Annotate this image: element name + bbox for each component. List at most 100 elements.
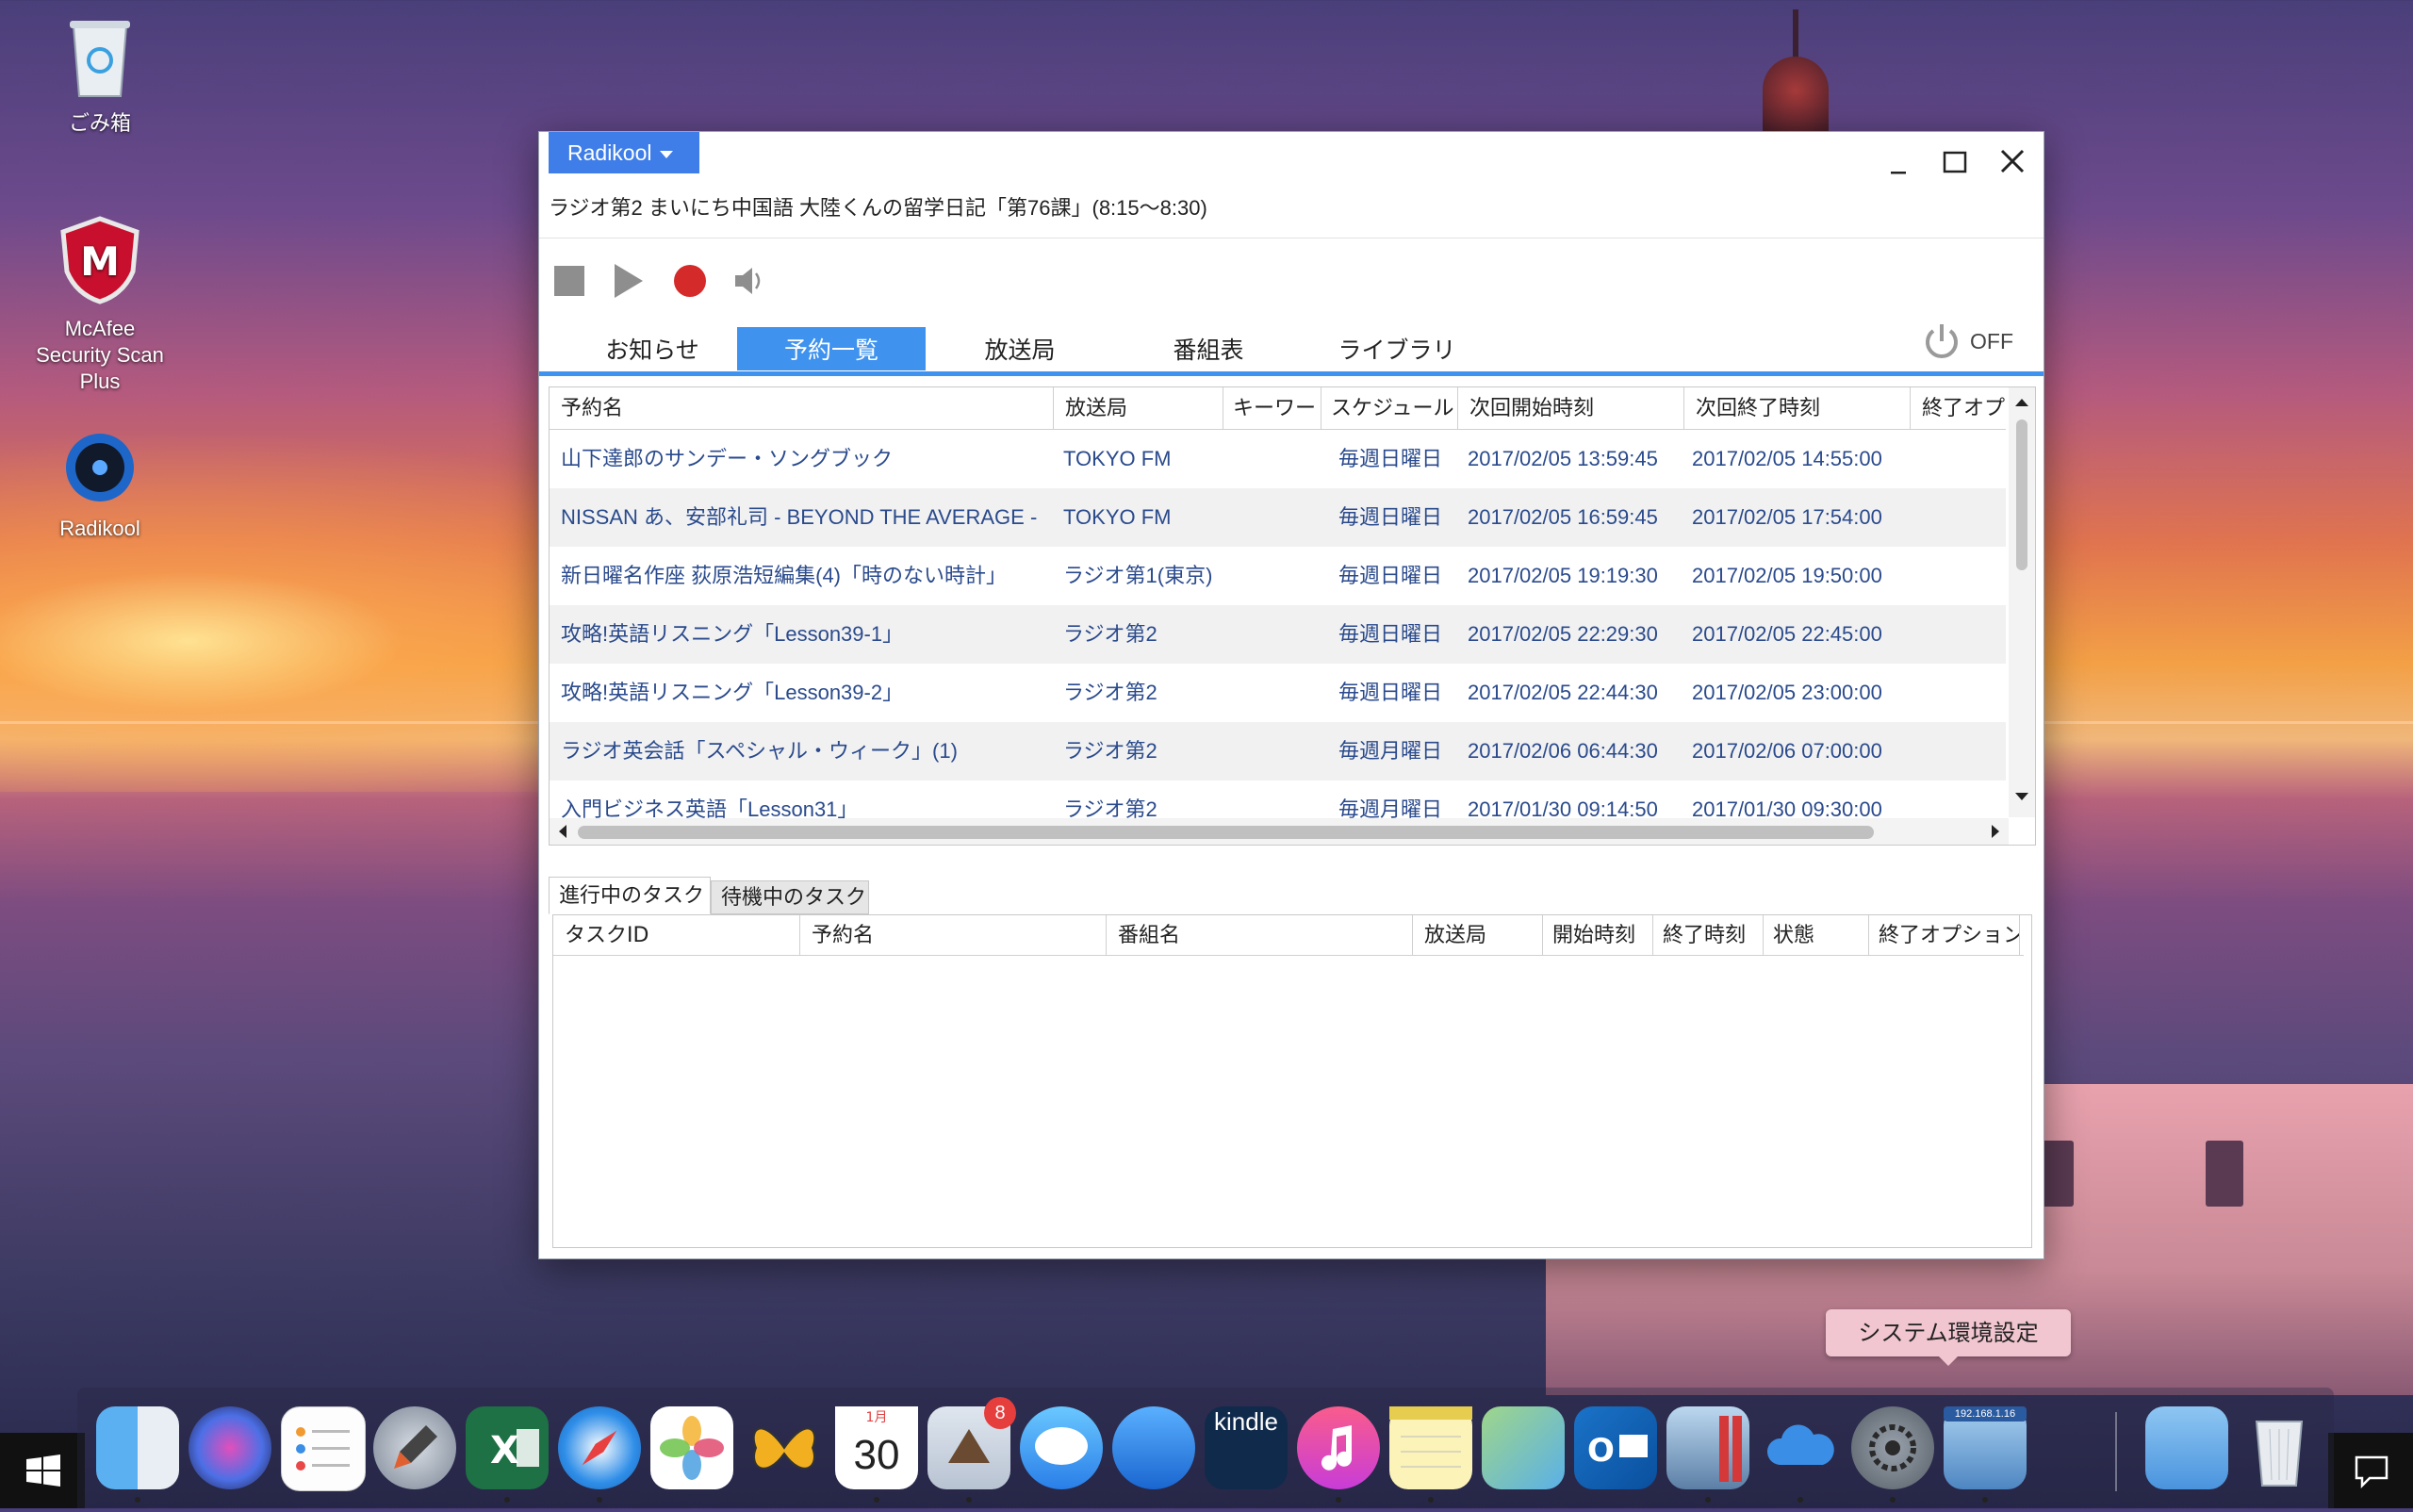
photos-icon[interactable] <box>650 1406 733 1489</box>
column-header-end-option[interactable]: 終了オプション <box>1869 915 2020 955</box>
windows-start-button[interactable] <box>0 1433 85 1508</box>
column-header-name[interactable]: 予約名 <box>550 387 1054 429</box>
cell-name: 山下達郎のサンデー・ソングブック <box>561 447 894 470</box>
column-header-station[interactable]: 放送局 <box>1054 387 1223 429</box>
auto-power-toggle[interactable]: OFF <box>1921 318 2013 365</box>
stop-button[interactable] <box>554 266 584 296</box>
column-header-program-name[interactable]: 番組名 <box>1107 915 1413 955</box>
scroll-left-icon[interactable] <box>559 825 566 838</box>
scroll-right-icon[interactable] <box>1992 825 1999 838</box>
close-icon <box>2000 149 2025 173</box>
trash-icon[interactable] <box>2238 1406 2321 1489</box>
table-row[interactable]: ラジオ英会話「スペシャル・ウィーク」(1) ラジオ第2 毎週月曜日 2017/0… <box>550 722 2006 781</box>
now-playing-title: ラジオ第2 まいにち中国語 大陸くんの留学日記「第76課」(8:15～8:30) <box>549 196 1207 220</box>
cell-name: NISSAN あ、安部礼司 - BEYOND THE AVERAGE - <box>561 505 1038 529</box>
running-indicator <box>1797 1497 1803 1503</box>
windows-remote-icon[interactable]: 192.168.1.16 <box>1944 1406 2027 1489</box>
desktop-icon-recycle-bin[interactable]: ごみ箱 <box>25 13 175 137</box>
column-header-status[interactable]: 状態 <box>1764 915 1869 955</box>
cell-next-start: 2017/02/05 22:44:30 <box>1468 681 1658 704</box>
tab-stations[interactable]: 放送局 <box>926 327 1114 370</box>
column-header-schedule[interactable]: スケジュール <box>1321 387 1458 429</box>
cell-schedule: 毎週日曜日 <box>1338 622 1443 646</box>
scroll-up-icon[interactable] <box>2015 399 2028 406</box>
column-header-keyword[interactable]: キーワード <box>1223 387 1321 429</box>
launchpad-icon[interactable] <box>373 1406 456 1489</box>
column-header-station[interactable]: 放送局 <box>1413 915 1543 955</box>
task-table-header: タスクID 予約名 番組名 放送局 開始時刻 終了時刻 状態 終了オプション <box>553 915 2024 956</box>
reservation-table: 予約名 放送局 キーワード スケジュール 次回開始時刻 次回終了時刻 終了オプ … <box>549 386 2036 846</box>
scroll-down-icon[interactable] <box>2015 793 2028 800</box>
tes-butterfly-icon[interactable] <box>743 1406 826 1489</box>
svg-text:X: X <box>490 1429 519 1472</box>
tab-underline <box>539 371 2044 376</box>
cell-next-end: 2017/02/05 22:45:00 <box>1692 622 1882 646</box>
column-header-end-option[interactable]: 終了オプ <box>1911 387 2006 429</box>
table-row[interactable]: 攻略!英語リスニング「Lesson39-1」 ラジオ第2 毎週日曜日 2017/… <box>550 605 2006 664</box>
itunes-icon[interactable] <box>1297 1406 1380 1489</box>
cell-name: 新日曜名作座 荻原浩短編集(4)「時のない時計」 <box>561 564 1008 587</box>
action-center-button[interactable] <box>2328 1433 2413 1508</box>
cell-next-end: 2017/02/05 14:55:00 <box>1692 447 1882 470</box>
cell-station: ラジオ第2 <box>1063 622 1157 646</box>
volume-icon[interactable] <box>735 268 761 294</box>
column-header-next-end[interactable]: 次回終了時刻 <box>1684 387 1911 429</box>
desktop-icon-radikool[interactable]: Radikool <box>25 430 175 542</box>
desktop-icon-mcafee[interactable]: M McAfee Security Scan Plus <box>25 215 175 395</box>
remote-desktop-icon[interactable] <box>1666 1406 1749 1489</box>
folder-icon[interactable] <box>2145 1406 2228 1489</box>
minimize-button[interactable] <box>1880 143 1917 181</box>
maximize-button[interactable] <box>1936 143 1974 181</box>
close-button[interactable] <box>1994 143 2032 181</box>
windows-logo-icon <box>26 1454 60 1487</box>
column-header-end-time[interactable]: 終了時刻 <box>1653 915 1764 955</box>
table-row[interactable]: 山下達郎のサンデー・ソングブック TOKYO FM 毎週日曜日 2017/02/… <box>550 430 2006 488</box>
cell-next-end: 2017/02/06 07:00:00 <box>1692 739 1882 763</box>
tab-reservations[interactable]: 予約一覧 <box>737 327 926 370</box>
siri-icon[interactable] <box>189 1406 271 1489</box>
cell-name: ラジオ英会話「スペシャル・ウィーク」(1) <box>561 739 958 763</box>
vertical-scrollbar[interactable] <box>2009 387 2035 817</box>
column-header-start-time[interactable]: 開始時刻 <box>1543 915 1653 955</box>
system-preferences-icon[interactable] <box>1851 1406 1934 1489</box>
table-row[interactable]: 新日曜名作座 荻原浩短編集(4)「時のない時計」 ラジオ第1(東京) 毎週日曜日… <box>550 547 2006 605</box>
dock: X 1月 30 8 kindle O 192.168.1.16 <box>77 1388 2334 1508</box>
reminders-icon[interactable] <box>281 1406 366 1491</box>
record-button[interactable] <box>674 265 706 297</box>
desktop-icon-label: ごみ箱 <box>68 111 131 135</box>
horizontal-scrollbar[interactable] <box>550 818 2009 845</box>
column-header-reservation-name[interactable]: 予約名 <box>800 915 1107 955</box>
excel-icon[interactable]: X <box>466 1406 549 1489</box>
play-button[interactable] <box>615 264 643 298</box>
column-header-task-id[interactable]: タスクID <box>553 915 800 955</box>
tab-program-guide[interactable]: 番組表 <box>1114 327 1303 370</box>
kindle-icon[interactable]: kindle <box>1205 1406 1288 1489</box>
vertical-scroll-thumb[interactable] <box>2016 419 2027 570</box>
table-row[interactable]: 攻略!英語リスニング「Lesson39-2」 ラジオ第2 毎週日曜日 2017/… <box>550 664 2006 722</box>
tab-waiting-tasks[interactable]: 待機中のタスク <box>711 880 869 914</box>
horizontal-scroll-thumb[interactable] <box>578 826 1874 839</box>
safari-icon[interactable] <box>558 1406 641 1489</box>
cell-station: TOKYO FM <box>1063 505 1172 529</box>
tab-library[interactable]: ライブラリ <box>1303 327 1491 370</box>
desktop-icon-label: Radikool <box>59 517 140 540</box>
messages-icon[interactable] <box>1020 1406 1103 1489</box>
cell-next-start: 2017/02/05 22:29:30 <box>1468 622 1658 646</box>
calendar-icon[interactable]: 1月 30 <box>835 1406 918 1489</box>
app-menu-button[interactable]: Radikool <box>549 132 699 173</box>
notes-icon[interactable] <box>1389 1406 1472 1489</box>
cell-schedule: 毎週日曜日 <box>1338 505 1443 529</box>
tab-running-tasks[interactable]: 進行中のタスク <box>549 877 711 914</box>
main-tabs: お知らせ 予約一覧 放送局 番組表 ライブラリ <box>539 327 2044 372</box>
outlook-icon[interactable]: O <box>1574 1406 1657 1489</box>
column-header-next-start[interactable]: 次回開始時刻 <box>1458 387 1684 429</box>
speech-bubble-icon[interactable] <box>1112 1406 1195 1489</box>
tab-news[interactable]: お知らせ <box>577 327 728 370</box>
running-indicator <box>1336 1497 1341 1503</box>
table-row[interactable]: NISSAN あ、安部礼司 - BEYOND THE AVERAGE - TOK… <box>550 488 2006 547</box>
finder-icon[interactable] <box>96 1406 179 1489</box>
icloud-drive-icon[interactable] <box>1759 1406 1842 1489</box>
cell-next-start: 2017/02/05 16:59:45 <box>1468 505 1658 529</box>
maps-icon[interactable] <box>1482 1406 1565 1489</box>
building-window <box>2206 1141 2243 1207</box>
